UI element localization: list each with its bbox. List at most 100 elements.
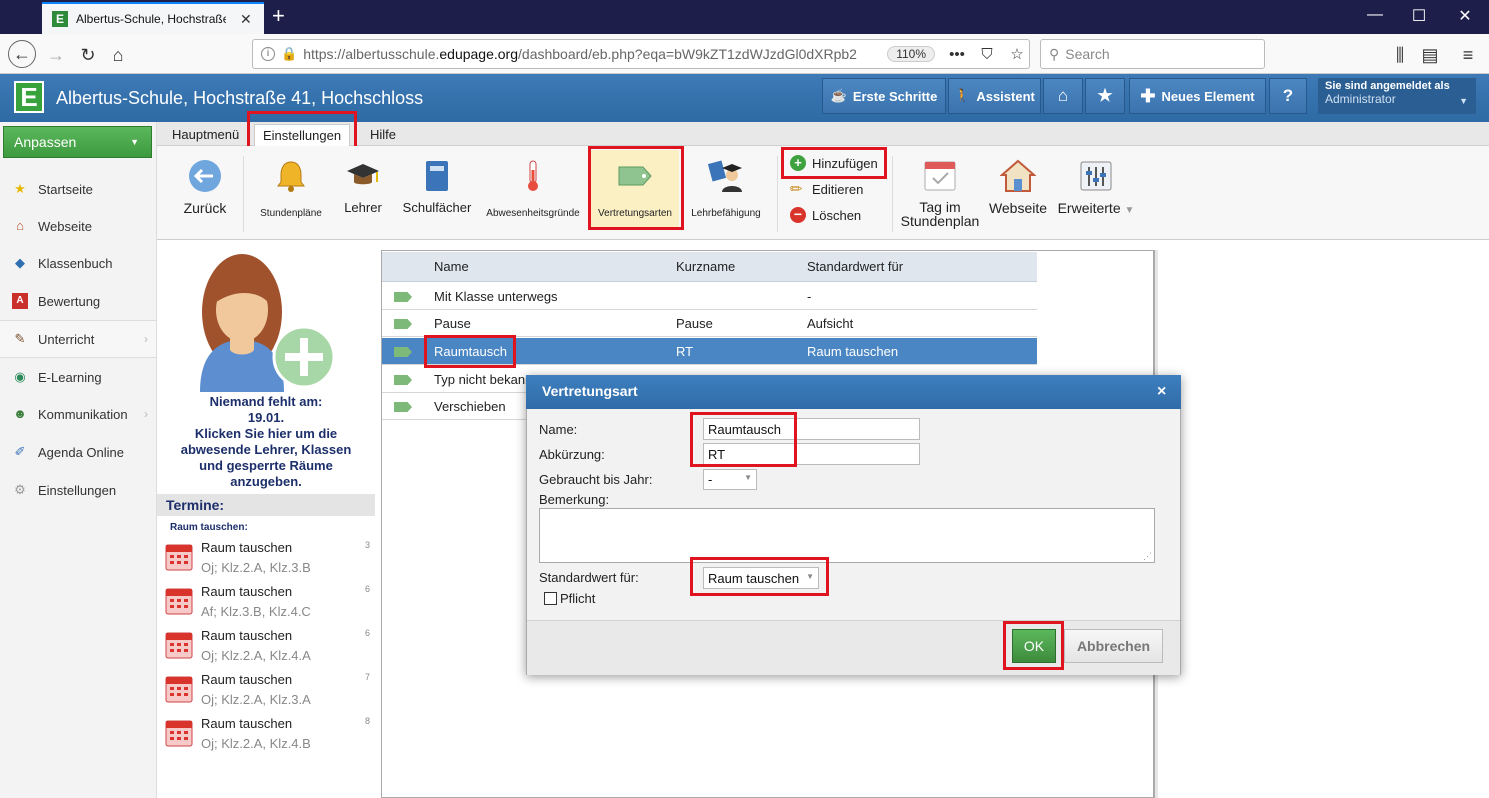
close-icon[interactable]: × (1157, 383, 1166, 401)
book-icon: ◆ (15, 255, 25, 270)
anpassen-button[interactable]: Anpassen ▼ (3, 126, 152, 158)
back-icon[interactable]: ← (8, 40, 36, 68)
list-item[interactable]: Raum tauschen Oj; Klz.2.A, Klz.4.B 8 (162, 716, 372, 760)
lehrbefaehigung-button[interactable]: Lehrbefähigung (686, 150, 766, 234)
lehrer-button[interactable]: Lehrer (336, 150, 390, 234)
term-title: Raum tauschen (201, 584, 293, 599)
schulfaecher-button[interactable]: Schulfächer (398, 150, 476, 234)
home-button[interactable]: ⌂ (1043, 78, 1083, 114)
new-tab-icon[interactable]: + (272, 4, 285, 28)
erste-schritte-button[interactable]: ☕ Erste Schritte (822, 78, 946, 114)
caret-down-icon: ▼ (806, 572, 814, 581)
edupage-logo[interactable]: E (14, 81, 44, 113)
url-bar[interactable]: i 🔒 https://albertusschule.edupage.org/d… (252, 39, 1030, 69)
term-detail: Af; Klz.3.B, Klz.4.C (201, 604, 311, 619)
column-name[interactable]: Name (434, 259, 469, 274)
editieren-button[interactable]: ✏ Editieren (790, 178, 863, 200)
vertretungsarten-button[interactable]: Vertretungsarten (591, 150, 679, 230)
zurueck-button[interactable]: Zurück (174, 150, 236, 234)
sidebar-item-bewertung[interactable]: A Bewertung (0, 282, 156, 320)
minus-circle-icon: − (790, 207, 806, 223)
maximize-icon[interactable]: ☐ (1404, 6, 1434, 26)
reload-icon[interactable]: ↻ (74, 42, 102, 68)
teacher-icon: ✎ (14, 331, 26, 346)
tab-close-icon[interactable]: ✕ (240, 11, 252, 28)
sidebar-item-unterricht[interactable]: ✎ Unterricht › (0, 320, 156, 358)
bell-icon (277, 161, 305, 192)
abbrechen-button[interactable]: Abbrechen (1064, 629, 1163, 663)
cell-name: Pause (434, 316, 471, 331)
sliders-icon (1080, 161, 1112, 191)
sidebar-item-einstellungen[interactable]: ⚙ Einstellungen (0, 471, 156, 509)
zoom-badge[interactable]: 110% (887, 46, 935, 62)
user-menu[interactable]: Sie sind angemeldet als Administrator ▼ (1318, 78, 1476, 114)
term-number: 7 (364, 672, 370, 682)
more-icon[interactable]: ••• (945, 46, 969, 63)
bookmark-star-icon[interactable]: ☆ (1005, 45, 1029, 63)
forward-icon[interactable]: → (42, 42, 70, 68)
table-row[interactable]: Mit Klasse unterwegs - (382, 283, 1037, 310)
library-icon[interactable]: ⫼ (1386, 42, 1414, 68)
bemerkung-label: Bemerkung: (539, 492, 610, 507)
absence-info-link[interactable]: Niemand fehlt am: 19.01. Klicken Sie hie… (160, 394, 372, 490)
column-standardwert[interactable]: Standardwert für (807, 259, 903, 274)
sidebar-toggle-icon[interactable]: ▤ (1416, 42, 1444, 68)
resize-handle-icon[interactable]: ⋰ (1143, 551, 1152, 562)
list-item[interactable]: Raum tauschen Oj; Klz.2.A, Klz.3.B 3 (162, 540, 372, 584)
info-icon[interactable]: i (261, 47, 275, 61)
assistent-button[interactable]: 🚶 Assistent (948, 78, 1041, 114)
sidebar-item-agenda-online[interactable]: ✐ Agenda Online (0, 433, 156, 471)
sidebar-item-kommunikation[interactable]: ☻ Kommunikation › (0, 395, 156, 433)
grade-icon: A (12, 293, 28, 309)
gebraucht-bis-jahr-label: Gebraucht bis Jahr: (539, 472, 653, 487)
stundenplaene-button[interactable]: Stundenpläne (252, 150, 330, 234)
neues-element-button[interactable]: ✚ Neues Element (1129, 78, 1266, 114)
pflicht-checkbox[interactable] (544, 592, 557, 605)
browser-tab[interactable]: E Albertus-Schule, Hochstraße 41 ✕ (42, 2, 264, 34)
sidebar-item-klassenbuch[interactable]: ◆ Klassenbuch (0, 244, 156, 282)
loeschen-button[interactable]: − Löschen (790, 204, 861, 226)
list-item[interactable]: Raum tauschen Af; Klz.3.B, Klz.4.C 6 (162, 584, 372, 628)
jahr-select[interactable]: - ▼ (703, 469, 757, 490)
list-item[interactable]: Raum tauschen Oj; Klz.2.A, Klz.4.A 6 (162, 628, 372, 672)
thermometer-icon (528, 160, 538, 191)
sidebar-item-webseite[interactable]: ⌂ Webseite (0, 207, 156, 245)
name-field[interactable]: Raumtausch (703, 418, 920, 440)
browser-search-input[interactable]: ⚲ Search (1040, 39, 1265, 69)
abwesenheitsgruende-button[interactable]: Abwesenheitsgründe (483, 150, 583, 234)
bemerkung-textarea[interactable]: ⋰ (539, 508, 1155, 563)
dialog-title[interactable]: Vertretungsart (526, 375, 1181, 409)
window-close-icon[interactable]: ✕ (1450, 6, 1480, 26)
erweiterte-button[interactable]: Erweiterte ▼ (1056, 150, 1136, 234)
avatar-add-absence-icon[interactable] (190, 252, 340, 392)
tab-einstellungen[interactable]: Einstellungen (254, 124, 351, 146)
house-icon (1000, 159, 1036, 192)
home-icon[interactable]: ⌂ (104, 42, 132, 68)
tab-hauptmenu[interactable]: Hauptmenü (164, 124, 247, 146)
calendar-icon (165, 588, 193, 615)
sidebar-item-startseite[interactable]: ★ Startseite (0, 170, 156, 208)
menu-icon[interactable]: ≡ (1454, 42, 1482, 68)
list-item[interactable]: Raum tauschen Oj; Klz.2.A, Klz.3.A 7 (162, 672, 372, 716)
pocket-icon[interactable]: ⛉ (975, 46, 999, 63)
tab-hilfe[interactable]: Hilfe (362, 124, 404, 146)
tag-icon (394, 347, 412, 357)
edupage-favicon: E (52, 11, 68, 27)
column-kurzname[interactable]: Kurzname (676, 259, 735, 274)
hinzufuegen-button[interactable]: + Hinzufügen (790, 152, 878, 174)
webseite-button[interactable]: Webseite (984, 150, 1052, 234)
table-row[interactable]: Pause Pause Aufsicht (382, 310, 1037, 337)
cell-name: Mit Klasse unterwegs (434, 289, 558, 304)
book-icon (426, 161, 448, 191)
ok-button[interactable]: OK (1012, 629, 1056, 663)
table-row-selected[interactable]: Raumtausch RT Raum tauschen (382, 338, 1037, 365)
standardwert-select[interactable]: Raum tauschen ▼ (703, 567, 819, 589)
help-button[interactable]: ? (1269, 78, 1307, 114)
favorites-button[interactable]: ★ (1085, 78, 1125, 114)
term-number: 6 (364, 584, 370, 594)
sidebar-item-e-learning[interactable]: ◉ E-Learning (0, 358, 156, 396)
abkuerzung-field[interactable]: RT (703, 443, 920, 465)
tag-im-stundenplan-button[interactable]: Tag im Stundenplan (900, 150, 980, 234)
teacher-qualification-icon (708, 160, 742, 192)
minimize-icon[interactable]: — (1360, 6, 1390, 24)
